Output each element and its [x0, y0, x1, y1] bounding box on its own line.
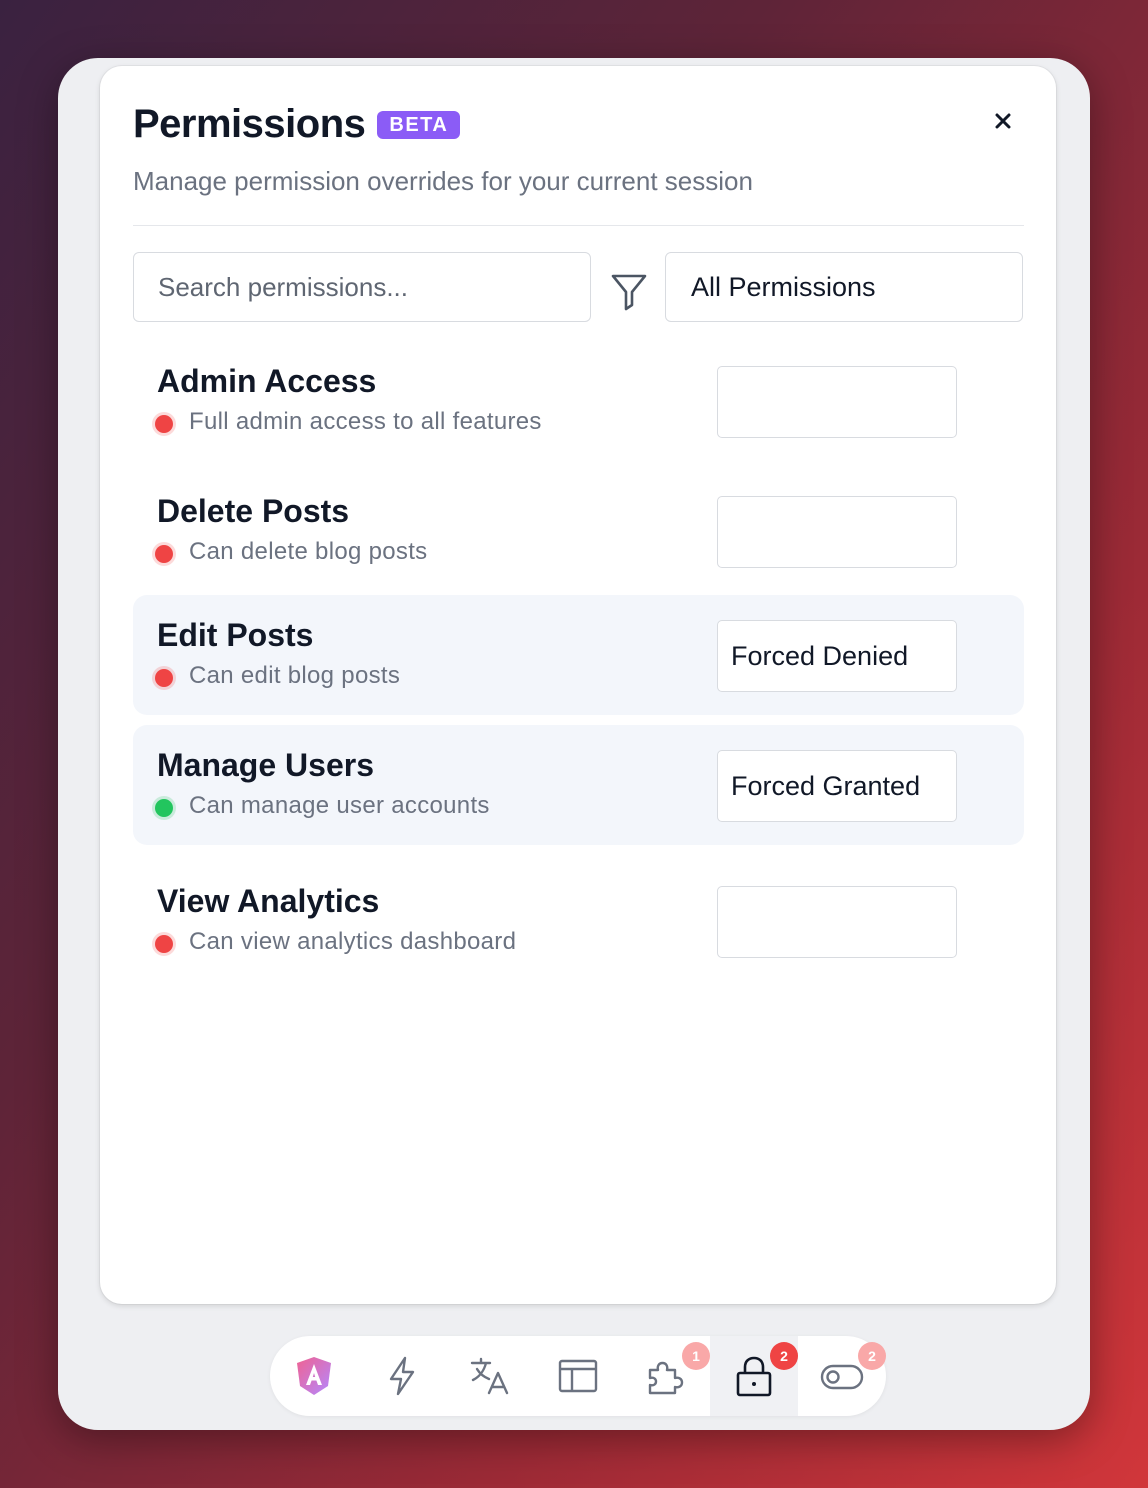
toolbar-feature-flags-button[interactable]: 2: [798, 1336, 886, 1416]
override-value: Forced Denied: [731, 640, 909, 671]
permission-row-edit-posts: Edit Posts Can edit blog posts Forced De…: [133, 595, 1024, 715]
page-title: Permissions: [133, 102, 366, 146]
filter-icon[interactable]: [610, 272, 648, 312]
override-select[interactable]: [717, 496, 957, 568]
permission-description: Can manage user accounts: [189, 792, 490, 819]
toolbar-permissions-button[interactable]: 2: [710, 1336, 798, 1416]
permission-filter-select[interactable]: All Permissions: [665, 252, 1023, 322]
permission-description: Full admin access to all features: [189, 408, 542, 435]
permission-name: Admin Access: [157, 363, 377, 399]
status-dot-denied: [155, 669, 173, 687]
angular-icon: [297, 1357, 331, 1395]
permission-row-manage-users: Manage Users Can manage user accounts Fo…: [133, 725, 1024, 845]
beta-badge: BETA: [377, 110, 461, 139]
close-icon: [995, 113, 1011, 129]
permission-description: Can delete blog posts: [189, 538, 428, 565]
close-button[interactable]: [988, 106, 1018, 136]
toolbar-performance-button[interactable]: [358, 1336, 446, 1416]
permission-row-delete-posts: Delete Posts Can delete blog posts: [133, 471, 1024, 591]
layout-icon: [558, 1359, 598, 1393]
permission-name: Manage Users: [157, 747, 374, 783]
panel-subtitle: Manage permission overrides for your cur…: [133, 166, 753, 196]
toolbar-translate-button[interactable]: [446, 1336, 534, 1416]
status-dot-denied: [155, 935, 173, 953]
override-value: Forced Granted: [731, 770, 921, 801]
feature-flags-count-badge: 2: [858, 1342, 886, 1370]
status-dot-denied: [155, 415, 173, 433]
override-select[interactable]: Forced Denied: [717, 620, 957, 692]
permission-name: Edit Posts: [157, 617, 314, 653]
panel-header: Permissions BETA: [133, 102, 461, 147]
translate-icon: [470, 1357, 509, 1395]
permission-filter-value: All Permissions: [691, 271, 876, 302]
permission-row-admin-access: Admin Access Full admin access to all fe…: [133, 341, 1024, 461]
status-dot-granted: [155, 799, 173, 817]
permissions-count-badge: 2: [770, 1342, 798, 1370]
devtools-toolbar: 1 2 2: [270, 1336, 886, 1416]
toolbar-layout-button[interactable]: [534, 1336, 622, 1416]
override-select[interactable]: [717, 886, 957, 958]
divider: [133, 225, 1024, 226]
status-dot-denied: [155, 545, 173, 563]
permission-name: View Analytics: [157, 883, 380, 919]
permission-description: Can view analytics dashboard: [189, 928, 517, 955]
lightning-icon: [389, 1356, 415, 1396]
permission-description: Can edit blog posts: [189, 662, 401, 689]
override-select[interactable]: [717, 366, 957, 438]
toolbar-plugins-button[interactable]: 1: [622, 1336, 710, 1416]
permission-name: Delete Posts: [157, 493, 350, 529]
search-input[interactable]: [133, 252, 591, 322]
plugins-count-badge: 1: [682, 1342, 710, 1370]
override-select[interactable]: Forced Granted: [717, 750, 957, 822]
permissions-panel: Permissions BETA Manage permission overr…: [100, 66, 1056, 1304]
permission-row-view-analytics: View Analytics Can view analytics dashbo…: [133, 861, 1024, 981]
toolbar-angular-button[interactable]: [270, 1336, 358, 1416]
